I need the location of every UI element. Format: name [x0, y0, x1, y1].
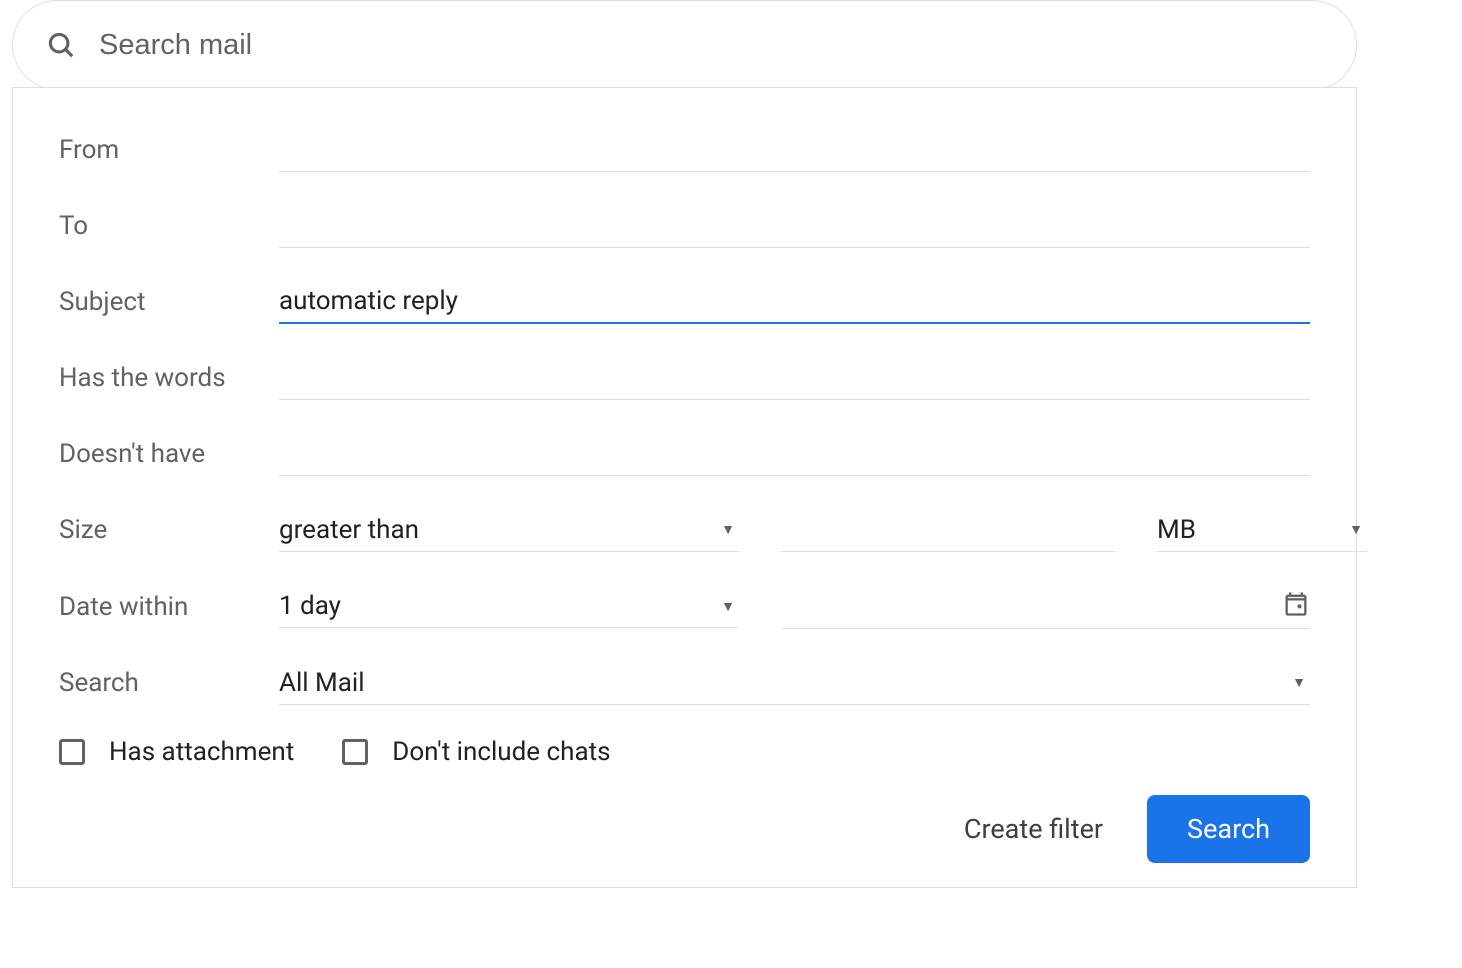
has-words-label: Has the words [59, 363, 279, 393]
has-attachment-checkbox[interactable]: Has attachment [59, 737, 294, 767]
date-within-row: Date within 1 day ▼ [59, 584, 1310, 629]
has-attachment-label: Has attachment [109, 737, 294, 767]
to-label: To [59, 211, 279, 241]
to-input[interactable] [279, 205, 1310, 248]
from-row: From [59, 128, 1310, 172]
checkbox-icon [59, 739, 85, 765]
from-input[interactable] [279, 129, 1310, 172]
date-within-label: Date within [59, 592, 279, 622]
search-in-value: All Mail [279, 668, 365, 698]
doesnt-have-row: Doesn't have [59, 432, 1310, 476]
chevron-down-icon: ▼ [721, 598, 735, 615]
chevron-down-icon: ▼ [721, 521, 735, 538]
search-in-row: Search All Mail ▼ [59, 661, 1310, 705]
chevron-down-icon: ▼ [1349, 521, 1363, 538]
search-input[interactable] [99, 29, 1328, 62]
size-label: Size [59, 515, 279, 545]
size-unit-select[interactable]: MB ▼ [1157, 509, 1367, 552]
advanced-search-panel: From To Subject Has the words Doesn't ha… [12, 87, 1357, 888]
subject-row: Subject [59, 280, 1310, 324]
search-button[interactable]: Search [1147, 795, 1310, 863]
create-filter-button[interactable]: Create filter [964, 813, 1103, 845]
search-in-select[interactable]: All Mail ▼ [279, 662, 1310, 705]
dont-include-chats-checkbox[interactable]: Don't include chats [342, 737, 610, 767]
calendar-icon[interactable] [1282, 590, 1310, 622]
to-row: To [59, 204, 1310, 248]
has-words-input[interactable] [279, 357, 1310, 400]
size-row: Size greater than ▼ MB ▼ [59, 508, 1310, 552]
panel-footer: Create filter Search [964, 795, 1310, 863]
date-input-wrap [781, 584, 1310, 629]
checkbox-icon [342, 739, 368, 765]
size-unit-value: MB [1157, 515, 1196, 545]
date-input[interactable] [781, 591, 1282, 622]
dont-include-chats-label: Don't include chats [392, 737, 610, 767]
doesnt-have-label: Doesn't have [59, 439, 279, 469]
subject-input[interactable] [279, 280, 1310, 324]
subject-label: Subject [59, 287, 279, 317]
search-in-label: Search [59, 668, 279, 698]
chevron-down-icon: ▼ [1292, 674, 1306, 691]
doesnt-have-input[interactable] [279, 433, 1310, 476]
checkbox-row: Has attachment Don't include chats [59, 737, 1310, 767]
size-comparator-select[interactable]: greater than ▼ [279, 509, 739, 552]
search-icon [41, 25, 81, 65]
size-value-input[interactable] [781, 509, 1115, 552]
date-range-select[interactable]: 1 day ▼ [279, 585, 739, 628]
date-range-value: 1 day [279, 591, 341, 621]
search-bar[interactable] [12, 0, 1357, 90]
size-comparator-value: greater than [279, 515, 419, 545]
from-label: From [59, 135, 279, 165]
has-words-row: Has the words [59, 356, 1310, 400]
